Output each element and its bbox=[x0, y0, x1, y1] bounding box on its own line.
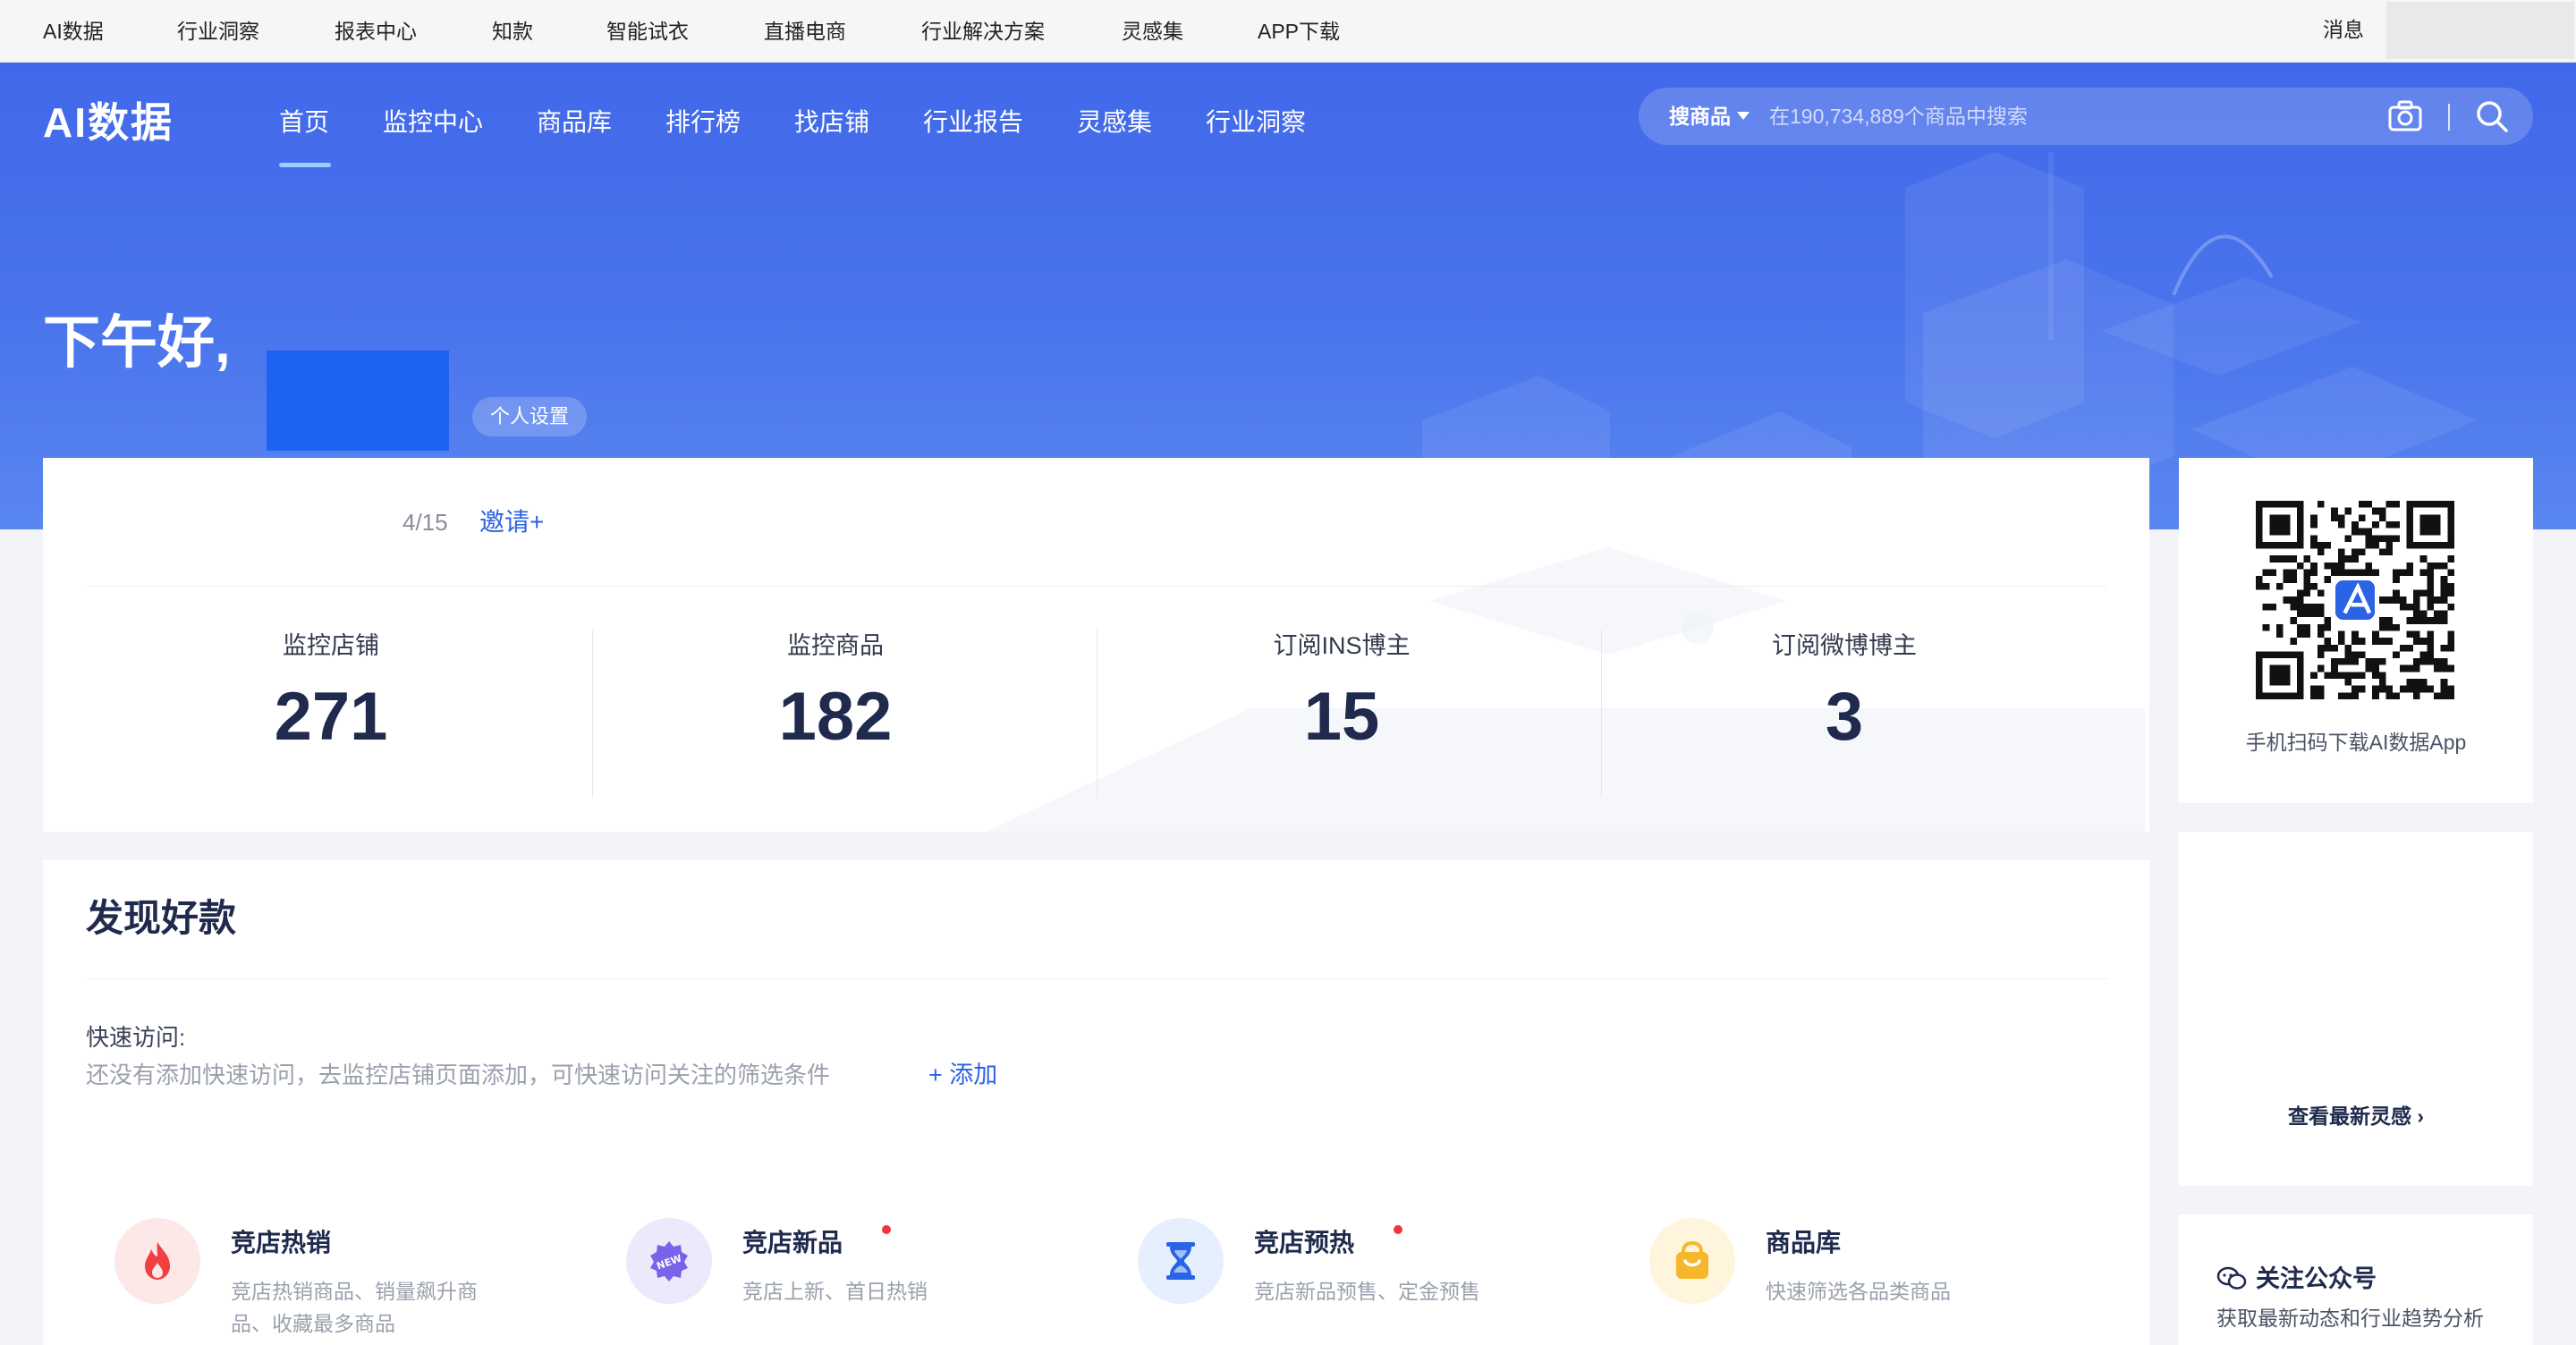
top-link-app-download[interactable]: APP下载 bbox=[1258, 0, 1340, 63]
search-bar: 搜商品 bbox=[1639, 88, 2533, 145]
personal-settings-button[interactable]: 个人设置 bbox=[472, 397, 587, 436]
nav-rankings[interactable]: 排行榜 bbox=[665, 100, 741, 145]
top-link-report-center[interactable]: 报表中心 bbox=[335, 0, 417, 63]
discover-card: 发现好款 快速访问: 还没有添加快速访问，去监控店铺页面添加，可快速访问关注的筛… bbox=[43, 860, 2149, 1345]
search-input[interactable] bbox=[1769, 98, 2216, 134]
nav-active-indicator bbox=[279, 163, 331, 167]
stat-label: 订阅微博博主 bbox=[1772, 632, 1917, 659]
feature-desc: 快速筛选各品类商品 bbox=[1766, 1280, 1951, 1303]
stat-label: 监控店铺 bbox=[283, 632, 379, 659]
feature-icon-bg bbox=[1649, 1218, 1735, 1304]
wechat-title: 关注公众号 bbox=[2256, 1265, 2377, 1292]
stat-label: 监控商品 bbox=[787, 632, 884, 659]
stat-ins-bloggers[interactable]: 订阅INS博主 15 bbox=[1091, 628, 1592, 762]
stat-value: 182 bbox=[778, 679, 893, 755]
stat-value: 3 bbox=[1825, 679, 1864, 755]
stat-label: 订阅INS博主 bbox=[1273, 632, 1411, 659]
wechat-desc: 获取最新动态和行业趋势分析 bbox=[2216, 1307, 2484, 1330]
feature-desc: 竞店上新、首日热销 bbox=[742, 1280, 928, 1303]
top-link-ai-data[interactable]: AI数据 bbox=[43, 0, 104, 63]
top-link-zhikuan[interactable]: 知款 bbox=[492, 0, 533, 63]
top-link-solutions[interactable]: 行业解决方案 bbox=[921, 0, 1045, 63]
add-quick-access-button[interactable]: + 添加 bbox=[928, 1059, 997, 1091]
monitor-stats-card: 4/15 邀请+ 监控店铺 271 监控商品 182 订阅INS博主 15 订阅… bbox=[43, 458, 2149, 832]
shopping-bag-icon bbox=[1676, 1240, 1708, 1279]
new-dot-indicator bbox=[1394, 1225, 1402, 1234]
stat-monitored-stores[interactable]: 监控店铺 271 bbox=[80, 628, 581, 762]
nav-monitor[interactable]: 监控中心 bbox=[383, 100, 483, 145]
nav-product-lib[interactable]: 商品库 bbox=[537, 100, 612, 145]
inspiration-card: 查看最新灵感 › bbox=[2179, 832, 2533, 1186]
stat-weibo-bloggers[interactable]: 订阅微博博主 3 bbox=[1594, 628, 2095, 762]
feature-icon-bg bbox=[114, 1218, 200, 1304]
top-link-industry-insight[interactable]: 行业洞察 bbox=[177, 0, 259, 63]
search-scope-dropdown[interactable]: 搜商品 bbox=[1669, 88, 1731, 145]
feature-competitor-hot[interactable]: 竞店热销 竞店热销商品、销量飙升商品、收藏最多商品 bbox=[114, 1218, 615, 1343]
feature-title: 竞店热销 bbox=[231, 1229, 332, 1256]
feature-desc: 竞店热销商品、销量飙升商品、收藏最多商品 bbox=[231, 1280, 478, 1335]
feature-competitor-new[interactable]: NEW 竞店新品 竞店上新、首日热销 bbox=[626, 1218, 1127, 1343]
section-title: 发现好款 bbox=[86, 897, 237, 939]
app-download-card: 手机扫码下载AI数据App bbox=[2179, 458, 2533, 803]
user-name-redacted bbox=[267, 351, 449, 451]
qr-code-icon[interactable] bbox=[2256, 501, 2454, 699]
nav-home[interactable]: 首页 bbox=[279, 100, 329, 145]
feature-competitor-preheat[interactable]: 竞店预热 竞店新品预售、定金预售 bbox=[1138, 1218, 1639, 1343]
greeting-text: 下午好, bbox=[43, 310, 231, 375]
stat-value: 15 bbox=[1303, 679, 1380, 755]
view-latest-inspiration-link[interactable]: 查看最新灵感 › bbox=[2179, 1100, 2533, 1132]
hourglass-icon bbox=[1166, 1242, 1195, 1280]
feature-product-library[interactable]: 商品库 快速筛选各品类商品 bbox=[1649, 1218, 2150, 1343]
flame-icon bbox=[145, 1242, 170, 1280]
wechat-official-account-card[interactable]: 关注公众号 获取最新动态和行业趋势分析 bbox=[2179, 1214, 2533, 1345]
top-link-messages[interactable]: 消息 bbox=[2323, 0, 2364, 59]
new-badge-icon: NEW bbox=[650, 1241, 688, 1282]
caret-down-icon[interactable] bbox=[1737, 112, 1750, 120]
stat-monitored-products[interactable]: 监控商品 182 bbox=[585, 628, 1086, 762]
invite-button[interactable]: 邀请+ bbox=[479, 504, 544, 540]
divider bbox=[86, 586, 2107, 587]
top-utility-bar: AI数据 行业洞察 报表中心 知款 智能试衣 直播电商 行业解决方案 灵感集 A… bbox=[0, 0, 2576, 63]
stat-value: 271 bbox=[274, 679, 388, 755]
nav-inspiration[interactable]: 灵感集 bbox=[1077, 100, 1152, 145]
nav-find-store[interactable]: 找店铺 bbox=[794, 100, 869, 145]
feature-title: 竞店预热 bbox=[1254, 1229, 1355, 1256]
search-icon[interactable] bbox=[2474, 98, 2510, 134]
brand-logo[interactable]: AI数据 bbox=[43, 91, 174, 154]
invite-count: 4/15 bbox=[402, 509, 448, 536]
feature-desc: 竞店新品预售、定金预售 bbox=[1254, 1280, 1480, 1303]
top-link-live-commerce[interactable]: 直播电商 bbox=[764, 0, 846, 63]
search-separator bbox=[2448, 104, 2450, 131]
feature-title: 竞店新品 bbox=[742, 1229, 843, 1256]
feature-icon-bg: NEW bbox=[626, 1218, 712, 1304]
quick-access-label: 快速访问: bbox=[86, 1024, 186, 1051]
nav-insight[interactable]: 行业洞察 bbox=[1206, 100, 1306, 145]
feature-title: 商品库 bbox=[1766, 1229, 1842, 1256]
qr-caption: 手机扫码下载AI数据App bbox=[2245, 731, 2467, 754]
new-dot-indicator bbox=[882, 1225, 891, 1234]
camera-icon[interactable] bbox=[2388, 100, 2422, 132]
top-link-smart-fitting[interactable]: 智能试衣 bbox=[606, 0, 689, 63]
divider bbox=[86, 978, 2107, 979]
wechat-icon bbox=[2216, 1266, 2247, 1290]
feature-icon-bg bbox=[1138, 1218, 1224, 1304]
user-account-area[interactable] bbox=[2386, 2, 2574, 59]
top-link-inspiration[interactable]: 灵感集 bbox=[1122, 0, 1183, 63]
nav-reports[interactable]: 行业报告 bbox=[923, 100, 1023, 145]
quick-access-hint: 还没有添加快速访问，去监控店铺页面添加，可快速访问关注的筛选条件 bbox=[86, 1062, 831, 1088]
